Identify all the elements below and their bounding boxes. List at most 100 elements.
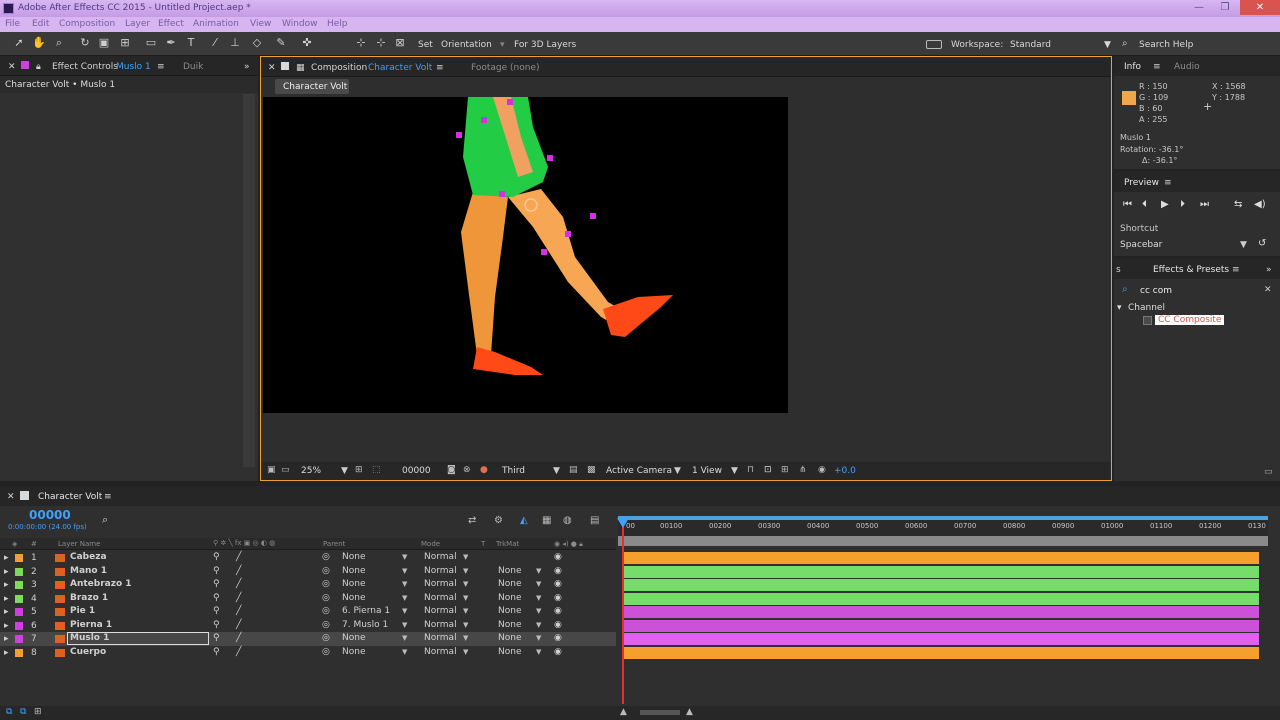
parent-chevron-icon[interactable]: ▼ (402, 634, 407, 642)
expand-arrow-icon[interactable]: ▸ (4, 607, 9, 617)
always-preview-icon[interactable]: ▣ (267, 465, 276, 475)
trkmat-dropdown[interactable]: None (498, 620, 521, 630)
trkmat-dropdown[interactable]: None (498, 606, 521, 616)
views-chevron-icon[interactable]: ▼ (731, 466, 738, 476)
workspace-dropdown[interactable]: Standard (1010, 40, 1051, 50)
quality-switch-icon[interactable]: ╱ (236, 579, 241, 589)
type-tool-icon[interactable]: T (184, 36, 198, 50)
parent-chevron-icon[interactable]: ▼ (402, 621, 407, 629)
zoom-tool-icon[interactable]: ⌕ (52, 36, 66, 50)
menu-file[interactable]: File (5, 19, 20, 29)
layer-bar-selected[interactable] (624, 633, 1259, 645)
menu-effect[interactable]: Effect (158, 19, 184, 29)
layer-name[interactable]: Brazo 1 (70, 593, 108, 603)
mode-chevron-icon[interactable]: ▼ (463, 607, 468, 615)
category-expand-icon[interactable]: ▾ (1117, 303, 1122, 313)
menu-help[interactable]: Help (327, 19, 348, 29)
puppet-handle[interactable] (547, 155, 553, 161)
parent-chevron-icon[interactable]: ▼ (402, 594, 407, 602)
layer-name[interactable]: Antebrazo 1 (70, 579, 132, 589)
menu-composition[interactable]: Composition (59, 19, 115, 29)
zoom-chevron-icon[interactable]: ▼ (341, 466, 348, 476)
video-visibility-icon[interactable]: ◉ (554, 620, 562, 630)
layer-bar[interactable] (624, 565, 1259, 578)
trkmat-header[interactable]: TrkMat (496, 540, 519, 548)
close-button[interactable]: ✕ (1240, 0, 1280, 15)
comp-lock-icon[interactable] (281, 62, 289, 70)
resolution-chevron-icon[interactable]: ▼ (553, 466, 560, 476)
trkmat-chevron-icon[interactable]: ▼ (536, 594, 541, 602)
parent-dropdown[interactable]: None (342, 647, 365, 657)
trkmat-chevron-icon[interactable]: ▼ (536, 567, 541, 575)
pickwhip-icon[interactable]: ◎ (322, 606, 330, 616)
parent-chevron-icon[interactable]: ▼ (402, 607, 407, 615)
layer-name[interactable]: Cuerpo (70, 647, 106, 657)
clear-search-icon[interactable]: ✕ (1264, 285, 1272, 295)
trkmat-dropdown[interactable]: None (498, 566, 521, 576)
shy-switch-icon[interactable]: ⚲ (213, 593, 220, 603)
puppet-handle[interactable] (507, 99, 513, 105)
timeline-comp-tab[interactable]: Character Volt (38, 492, 102, 502)
transparency-grid-icon[interactable]: ▩ (587, 465, 596, 475)
table-row[interactable]: ▸ 4 Brazo 1 ⚲ ╱ ◎ None ▼ Normal ▼ None ▼… (0, 592, 616, 606)
resolution-dropdown[interactable]: Third (502, 466, 525, 476)
shy-switch-icon[interactable]: ⚲ (213, 552, 220, 562)
shortcut-chevron-icon[interactable]: ▼ (1240, 240, 1247, 250)
label-color-chip[interactable] (15, 608, 23, 616)
timeline-zoom-slider[interactable] (640, 710, 680, 715)
fast-preview-icon[interactable]: ⊡ (764, 465, 772, 475)
next-frame-icon[interactable]: ⏵ (1180, 199, 1185, 210)
label-color-chip[interactable] (15, 554, 23, 562)
loop-icon[interactable]: ⇆ (1234, 199, 1242, 210)
draft-3d-icon[interactable]: ⚙ (494, 515, 503, 526)
show-snapshot-icon[interactable]: ⊗ (463, 465, 471, 475)
trkmat-chevron-icon[interactable]: ▼ (536, 634, 541, 642)
audio-icon[interactable]: ◀) (1254, 199, 1266, 210)
mode-chevron-icon[interactable]: ▼ (463, 648, 468, 656)
menu-layer[interactable]: Layer (125, 19, 150, 29)
channel-icon[interactable]: ● (480, 465, 488, 475)
label-color-chip[interactable] (15, 635, 23, 643)
parent-dropdown[interactable]: 6. Pierna 1 (342, 606, 390, 616)
first-frame-icon[interactable]: ⏮ (1123, 199, 1132, 210)
camera-dropdown[interactable]: Active Camera (606, 466, 672, 476)
clone-stamp-tool-icon[interactable]: ⊥ (228, 36, 242, 50)
mode-dropdown[interactable]: Normal (424, 633, 457, 643)
menu-window[interactable]: Window (282, 19, 318, 29)
camera-tool-icon[interactable]: ▣ (97, 36, 111, 50)
video-visibility-icon[interactable]: ◉ (554, 633, 562, 643)
axis-local-icon[interactable]: ⊹ (354, 36, 368, 50)
shy-switch-icon[interactable]: ⚲ (213, 579, 220, 589)
video-visibility-icon[interactable]: ◉ (554, 579, 562, 589)
layer-bar[interactable] (624, 646, 1259, 659)
previous-frame-icon[interactable]: ⏴ (1142, 199, 1147, 210)
new-bin-icon[interactable]: ▭ (1264, 467, 1273, 477)
comp-marker-area[interactable] (618, 536, 1268, 546)
axis-view-icon[interactable]: ⊠ (393, 36, 407, 50)
menu-animation[interactable]: Animation (193, 19, 239, 29)
parent-dropdown[interactable]: None (342, 552, 365, 562)
maximize-button[interactable]: ❐ (1212, 0, 1238, 15)
timeline-lock-icon[interactable] (20, 491, 29, 500)
pan-behind-tool-icon[interactable]: ⊞ (118, 36, 132, 50)
transfer-controls-icon[interactable]: ⧉ (20, 707, 26, 717)
parent-dropdown[interactable]: None (342, 579, 365, 589)
time-ruler[interactable]: 00 00100 00200 00300 00400 00500 00600 0… (618, 516, 1268, 536)
label-column-icon[interactable]: ◈ (12, 540, 17, 548)
parent-dropdown[interactable]: 7. Muslo 1 (342, 620, 388, 630)
effects-overflow-icon[interactable]: » (1266, 265, 1272, 275)
label-color-chip[interactable] (15, 648, 23, 657)
shy-switch-icon[interactable]: ⚲ (213, 633, 220, 643)
hand-tool-icon[interactable]: ✋ (32, 36, 46, 50)
zoom-dropdown[interactable]: 25% (301, 466, 321, 476)
display-icon[interactable]: ▭ (281, 465, 290, 475)
mode-chevron-icon[interactable]: ▼ (463, 553, 468, 561)
eraser-tool-icon[interactable]: ◇ (250, 36, 264, 50)
mode-dropdown[interactable]: Normal (424, 593, 457, 603)
layer-name-header[interactable]: Layer Name (58, 540, 100, 548)
panel-menu-icon[interactable]: ≡ (157, 62, 165, 72)
puppet-handle[interactable] (541, 249, 547, 255)
pickwhip-icon[interactable]: ◎ (322, 620, 330, 630)
pickwhip-icon[interactable]: ◎ (322, 579, 330, 589)
mode-dropdown[interactable]: Normal (424, 579, 457, 589)
